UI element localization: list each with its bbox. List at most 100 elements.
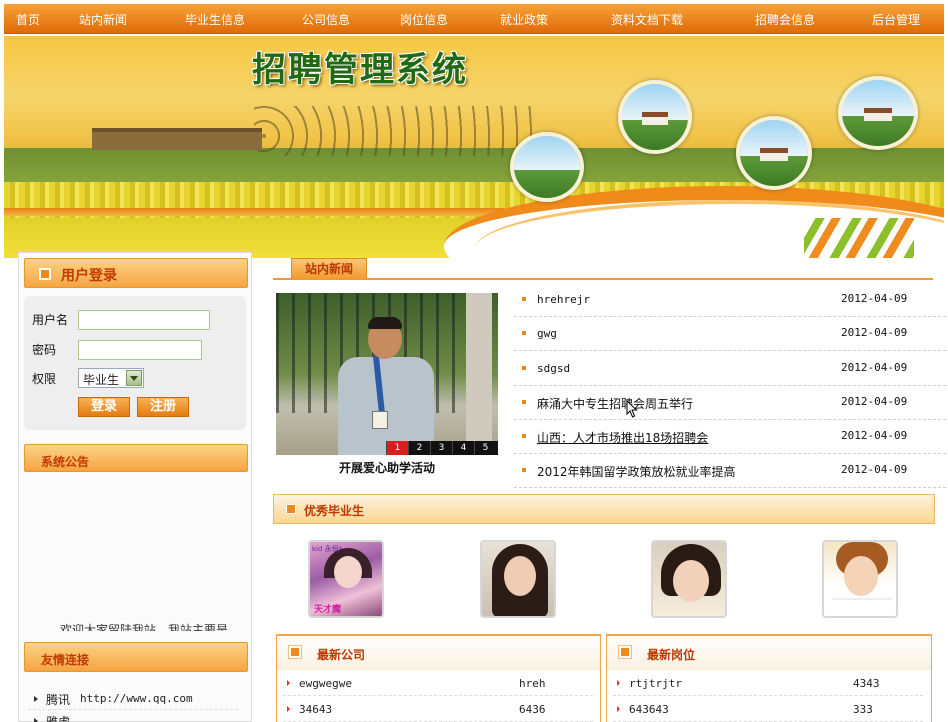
bullet-icon [617,680,620,686]
header-banner: 招聘管理系统 [4,36,944,258]
nav-admin[interactable]: 后台管理 [872,11,920,28]
pager-3[interactable]: 3 [430,441,452,455]
news-date: 2012-04-09 [841,395,908,408]
positions-title: 最新岗位 [647,648,696,662]
page-root: 首页 站内新闻 毕业生信息 公司信息 岗位信息 就业政策 资料文档下载 招聘会信… [0,0,948,722]
position-name[interactable]: 643643 [629,703,669,716]
news-title[interactable]: 麻涌大中专生招聘会周五举行 [537,395,693,412]
news-title[interactable]: 2012年韩国留学政策放松就业率提高 [537,463,736,480]
link-item[interactable]: 腾讯 http://www.qq.com [28,688,238,710]
graduate-avatar[interactable]: kid 永恒* 天才魔 [308,540,384,618]
link-url[interactable]: ... [80,714,100,722]
login-panel-header: 用户登录 [24,258,248,288]
top-nav: 首页 站内新闻 毕业生信息 公司信息 岗位信息 就业政策 资料文档下载 招聘会信… [4,4,944,34]
tab-news[interactable]: 站内新闻 [291,258,367,279]
links-title: 友情连接 [41,653,90,667]
nav-positions[interactable]: 岗位信息 [400,11,448,28]
companies-header-icon [288,645,302,659]
company-value: hreh [519,677,546,690]
password-input[interactable] [78,340,202,360]
notice-scroll-text: 欢迎大家留陆我站，我站主要是 [60,623,229,631]
graduates-header-icon [286,504,296,514]
nav-companies[interactable]: 公司信息 [302,11,350,28]
chevron-down-icon[interactable] [126,370,142,386]
news-title[interactable]: hrehrejr [537,293,590,306]
bullet-icon [522,434,526,438]
graduate-avatar[interactable] [480,540,556,618]
news-title[interactable]: 山西：人才市场推出18场招聘会 [537,429,708,446]
bullet-icon [287,680,290,686]
mouse-cursor-icon [626,400,638,418]
avatar-watermark: kid 永恒* [312,545,343,553]
banner-photo-circle-3 [736,116,812,190]
bullet-icon [522,400,526,404]
avatar-watermark-text: 天才魔 [314,605,342,615]
graduate-avatar[interactable] [822,540,898,618]
site-title: 招聘管理系统 [252,50,468,90]
link-name[interactable]: 雅虎 [46,713,70,722]
link-url[interactable]: http://www.qq.com [80,692,193,705]
nav-job-fairs[interactable]: 招聘会信息 [755,11,815,28]
news-item[interactable]: gwg 2012-04-09 [514,317,946,351]
login-button[interactable]: 登录 [78,397,130,417]
news-date: 2012-04-09 [841,361,908,374]
slideshow-caption[interactable]: 开展爱心助学活动 [276,459,498,476]
company-name[interactable]: 34643 [299,703,332,716]
bullet-icon [522,468,526,472]
company-name[interactable]: ewgwegwe [299,677,352,690]
username-input[interactable] [78,310,210,330]
news-item[interactable]: 山西：人才市场推出18场招聘会 2012-04-09 [514,420,946,454]
graduates-title: 优秀毕业生 [304,504,365,518]
slideshow-pager: 1 2 3 4 5 [386,441,498,455]
news-date: 2012-04-09 [841,429,908,442]
news-item[interactable]: 麻涌大中专生招聘会周五举行 2012-04-09 [514,386,946,420]
nav-news[interactable]: 站内新闻 [79,11,127,28]
nav-graduates[interactable]: 毕业生信息 [185,11,245,28]
link-name[interactable]: 腾讯 [46,691,70,708]
news-title[interactable]: sdgsd [537,362,570,375]
graduates-header: 优秀毕业生 [273,494,935,524]
companies-title: 最新公司 [317,648,366,662]
banner-barn [92,128,262,150]
role-select[interactable]: 毕业生 [78,368,144,388]
company-value: 6436 [519,703,546,716]
pager-2[interactable]: 2 [408,441,430,455]
news-title[interactable]: gwg [537,327,557,340]
news-date: 2012-04-09 [841,463,908,476]
position-name[interactable]: rtjtrjtr [629,677,682,690]
nav-policy[interactable]: 就业政策 [500,11,548,28]
login-header-icon [39,268,51,280]
bullet-icon [522,297,526,301]
graduate-avatar[interactable] [651,540,727,618]
bullet-icon [617,706,620,712]
news-tab-underline [273,278,933,280]
company-row[interactable]: ewgwegwe hreh [283,672,593,696]
news-item[interactable]: hrehrejr 2012-04-09 [514,283,946,317]
register-button[interactable]: 注册 [137,397,189,417]
username-label: 用户名 [32,313,69,327]
bullet-icon [522,366,526,370]
position-row[interactable]: rtjtrjtr 4343 [613,672,923,696]
news-date: 2012-04-09 [841,292,908,305]
pager-1[interactable]: 1 [386,441,408,455]
login-title: 用户登录 [61,268,117,284]
news-item[interactable]: 2012年韩国留学政策放松就业率提高 2012-04-09 [514,454,946,488]
nav-downloads[interactable]: 资料文档下载 [611,11,683,28]
pager-5[interactable]: 5 [474,441,496,455]
banner-photo-circle-1 [618,80,692,154]
news-slideshow[interactable]: 1 2 3 4 5 [276,293,498,455]
pager-4[interactable]: 4 [452,441,474,455]
company-row[interactable]: 34643 6436 [283,698,593,722]
banner-trees [254,106,534,156]
news-item[interactable]: sdgsd 2012-04-09 [514,352,946,386]
notice-panel-header: 系统公告 [24,444,248,472]
position-row[interactable]: 643643 333 [613,698,923,722]
banner-stripes [804,218,914,258]
bullet-icon [34,718,38,722]
links-panel-header: 友情连接 [24,642,248,672]
position-value: 4343 [853,677,880,690]
notice-title: 系统公告 [41,455,90,469]
positions-panel: 最新岗位 rtjtrjtr 4343 643643 333 [606,634,932,722]
nav-home[interactable]: 首页 [16,11,40,28]
link-item[interactable]: 雅虎 ... [28,710,238,722]
